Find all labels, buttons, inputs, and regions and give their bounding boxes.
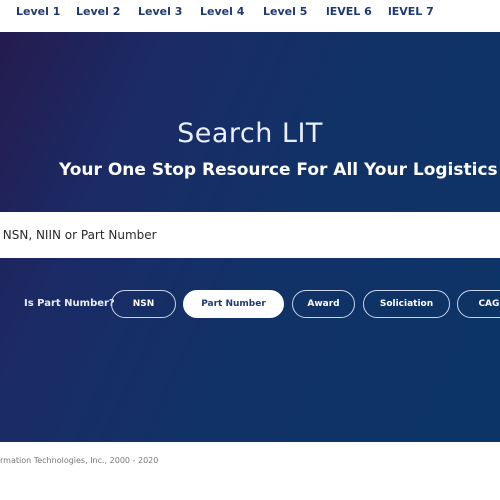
filter-award-button[interactable]: Award	[292, 290, 355, 318]
search-bar	[0, 212, 500, 258]
hero-subtitle: Your One Stop Resource For All Your Logi…	[59, 160, 500, 180]
nav-item-level-4[interactable]: Level 4	[200, 5, 244, 18]
nav-item-level-5[interactable]: Level 5	[263, 5, 307, 18]
footer-copyright: rmation Technologies, Inc., 2000 - 2020	[0, 456, 159, 465]
filter-label: Is Part Number?	[24, 298, 115, 309]
hero-banner: Search LIT Your One Stop Resource For Al…	[0, 32, 500, 442]
filter-cage-button[interactable]: CAGE	[457, 290, 500, 318]
filter-part-number-button[interactable]: Part Number	[183, 290, 284, 318]
nav-item-level-6[interactable]: lEVEL 6	[326, 5, 372, 18]
nav-item-level-7[interactable]: lEVEL 7	[388, 5, 434, 18]
nav-item-level-1[interactable]: Level 1	[16, 5, 60, 18]
hero-title: Search LIT	[177, 118, 323, 149]
nav-item-level-3[interactable]: Level 3	[138, 5, 182, 18]
top-navigation: Level 1 Level 2 Level 3 Level 4 Level 5 …	[0, 0, 500, 32]
nav-item-level-2[interactable]: Level 2	[76, 5, 120, 18]
search-input[interactable]	[0, 212, 500, 258]
filter-soliciation-button[interactable]: Soliciation	[363, 290, 450, 318]
filter-nsn-button[interactable]: NSN	[111, 290, 176, 318]
